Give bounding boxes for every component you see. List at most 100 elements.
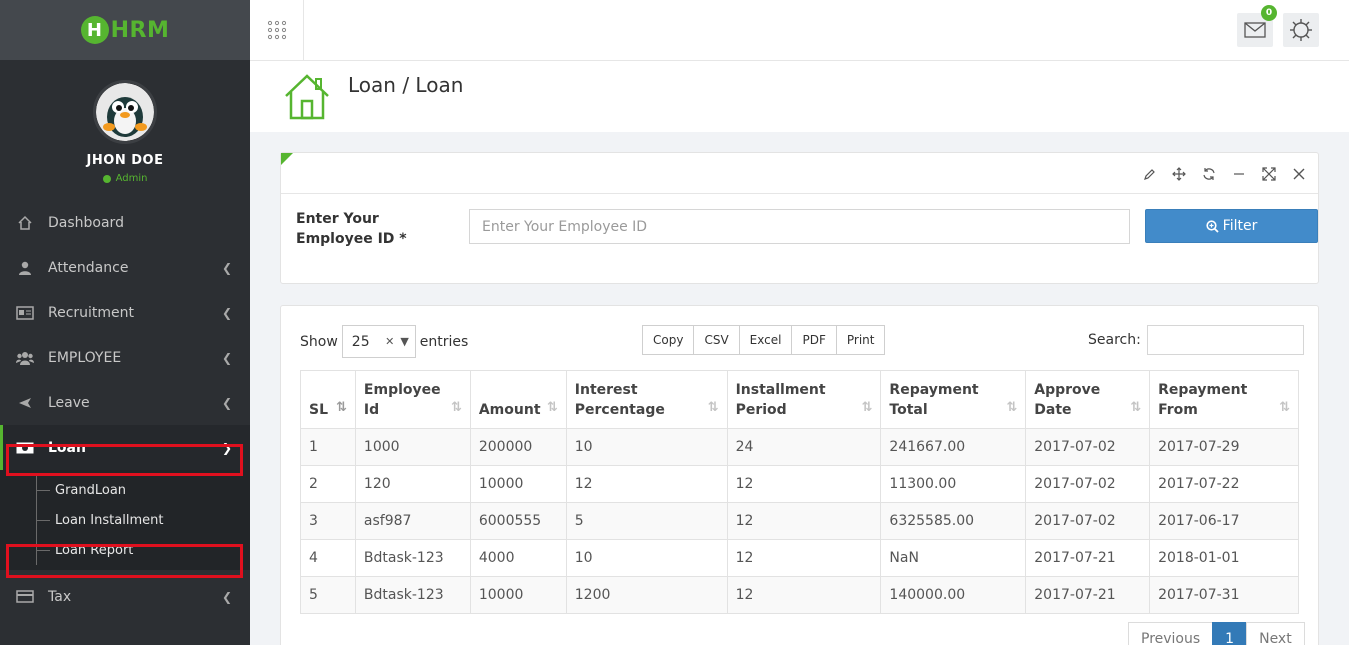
table-row[interactable]: 4 Bdtask-123 4000 10 12 NaN 2017-07-21 2… [300,539,1299,577]
sidebar-item-employee[interactable]: EMPLOYEE ❮ [0,335,250,380]
print-button[interactable]: Print [835,325,886,355]
table-cell: 24 [726,428,882,466]
credit-card-icon [14,590,36,603]
submenu-item-loan-installment[interactable]: Loan Installment [0,505,250,535]
table-row[interactable]: 1 1000 200000 10 24 241667.00 2017-07-02… [300,428,1299,466]
excel-button[interactable]: Excel [738,325,793,355]
submenu-item-loan-report[interactable]: Loan Report [0,535,250,565]
pdf-button[interactable]: PDF [791,325,837,355]
page-length-select[interactable]: 25 ✕ ▼ [341,325,416,358]
column-header-sl[interactable]: SL ⇅ [300,370,356,429]
clear-icon[interactable]: ✕ [385,335,394,348]
column-label: Installment Period [735,382,826,418]
logo-mark: H [80,16,109,44]
column-header-approve-date[interactable]: Approve Date ⇅ [1025,370,1151,429]
sidebar: H HRM JHON DOE Admin Dashboard Attendanc… [0,0,250,645]
chevron-left-icon: ❮ [221,350,232,365]
chevron-left-icon: ❮ [221,395,232,410]
sidebar-item-recruitment[interactable]: Recruitment ❮ [0,290,250,335]
logo-text: HRM [110,17,170,43]
column-header-repayment-from[interactable]: Repayment From ⇅ [1149,370,1299,429]
sidebar-item-label: Loan [48,439,86,456]
previous-page-button[interactable]: Previous [1128,622,1214,645]
sort-icon: ⇅ [707,400,719,415]
chevron-left-icon: ❮ [221,305,232,320]
column-header-employee-id[interactable]: Employee Id ⇅ [354,370,471,429]
entries-label: entries [419,333,469,350]
sidebar-item-leave[interactable]: Leave ❮ [0,380,250,425]
filter-button[interactable]: Filter [1145,209,1318,243]
sidebar-item-dashboard[interactable]: Dashboard [0,200,250,245]
table-cell: NaN [880,539,1027,577]
plane-icon [14,396,36,410]
column-label: Repayment Total [889,382,979,418]
edit-icon[interactable] [1140,165,1158,183]
column-header-repayment-total[interactable]: Repayment Total ⇅ [880,370,1027,429]
settings-gear-icon[interactable] [1283,13,1319,47]
minimize-icon[interactable] [1230,165,1248,183]
loan-table-panel: Show 25 ✕ ▼ entries Copy CSV Excel PDF P… [280,305,1319,645]
table-cell: 200000 [469,428,567,466]
avatar[interactable] [93,80,157,144]
user-icon [14,261,36,275]
table-cell: 2017-06-17 [1149,502,1299,540]
top-header: 0 [250,0,1349,61]
table-cell: 12 [726,539,882,577]
sidebar-item-attendance[interactable]: Attendance ❮ [0,245,250,290]
sort-icon: ⇅ [1006,400,1018,415]
column-label: Employee Id [363,382,441,418]
column-header-amount[interactable]: Amount ⇅ [469,370,567,429]
employee-id-input[interactable] [469,209,1130,244]
search-input[interactable] [1146,325,1304,355]
sidebar-item-loan[interactable]: Loan ❯ [0,425,250,470]
panel-toolbar [281,153,1318,194]
table-cell: 120 [354,465,471,503]
filter-panel: Enter Your Employee ID * Filter [280,152,1319,284]
copy-button[interactable]: Copy [642,325,695,355]
user-role: Admin [115,173,148,184]
table-cell: 12 [726,502,882,540]
loan-submenu: GrandLoan Loan Installment Loan Report [0,470,250,570]
table-cell: 10 [565,539,728,577]
table-cell: 5 [300,576,356,614]
table-cell: 6000555 [469,502,567,540]
csv-button[interactable]: CSV [693,325,740,355]
table-cell: 5 [565,502,728,540]
table-cell: 4000 [469,539,567,577]
table-row[interactable]: 2 120 10000 12 12 11300.00 2017-07-02 20… [300,465,1299,503]
export-buttons: Copy CSV Excel PDF Print [642,325,886,355]
table-cell: 2017-07-21 [1025,539,1151,577]
table-cell: 2 [300,465,356,503]
table-cell: Bdtask-123 [354,539,471,577]
app-logo[interactable]: H HRM [80,16,170,44]
show-label: Show [300,333,338,350]
user-profile: JHON DOE Admin [0,60,250,200]
table-cell: 10000 [469,576,567,614]
table-row[interactable]: 3 asf987 6000555 5 12 6325585.00 2017-07… [300,502,1299,540]
sidebar-item-label: Attendance [48,259,129,276]
column-header-installment-period[interactable]: Installment Period ⇅ [726,370,882,429]
sidebar-item-label: Recruitment [48,304,135,321]
close-icon[interactable] [1290,165,1308,183]
sidebar-item-tax[interactable]: Tax ❮ [0,574,250,619]
user-status: Admin [102,173,148,184]
column-header-interest-percentage[interactable]: Interest Percentage ⇅ [565,370,728,429]
page-button-current[interactable]: 1 [1212,622,1248,645]
table-cell: 10000 [469,465,567,503]
table-cell: 2017-07-31 [1149,576,1299,614]
apps-grid-icon[interactable] [250,0,304,60]
chevron-left-icon: ❮ [221,589,232,604]
submenu-item-grandloan[interactable]: GrandLoan [0,475,250,505]
table-row[interactable]: 5 Bdtask-123 10000 1200 12 140000.00 201… [300,576,1299,614]
move-icon[interactable] [1170,165,1188,183]
home-icon [14,215,36,231]
sort-icon: ⇅ [546,400,558,415]
expand-icon[interactable] [1260,165,1278,183]
refresh-icon[interactable] [1200,165,1218,183]
table-cell: 12 [726,465,882,503]
table-cell: 4 [300,539,356,577]
table-cell: 12 [565,465,728,503]
next-page-button[interactable]: Next [1246,622,1305,645]
table-cell: 140000.00 [880,576,1027,614]
pagination: Previous 1 Next [1128,622,1305,645]
